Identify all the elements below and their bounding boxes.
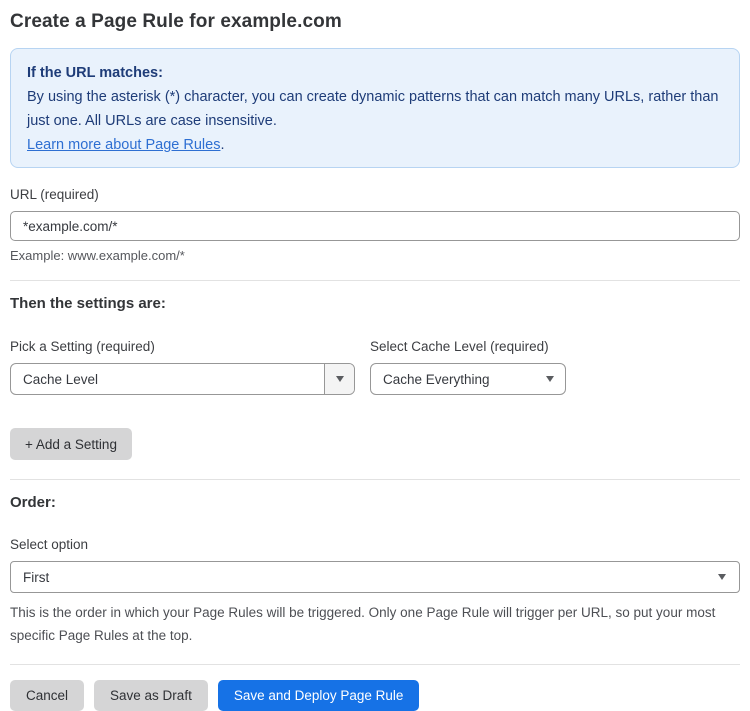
divider (10, 479, 740, 480)
setting-select-field: Pick a Setting (required) Cache Level (10, 339, 355, 395)
chevron-down-icon (546, 376, 554, 382)
cancel-button[interactable]: Cancel (10, 680, 85, 711)
form-action-row: Cancel Save as Draft Save and Deploy Pag… (10, 680, 740, 711)
chevron-down-icon (335, 376, 344, 382)
order-select-value: First (23, 569, 50, 585)
url-helper-text: Example: www.example.com/* (10, 248, 185, 263)
save-as-draft-button[interactable]: Save as Draft (94, 680, 208, 711)
setting-select-arrow-section[interactable] (324, 364, 354, 394)
page-title: Create a Page Rule for example.com (10, 11, 342, 32)
save-and-deploy-button[interactable]: Save and Deploy Page Rule (217, 680, 420, 711)
url-input[interactable] (10, 211, 740, 241)
url-field-label: URL (required) (10, 187, 99, 202)
divider (10, 280, 740, 281)
cache-level-select-field: Select Cache Level (required) Cache Ever… (370, 339, 566, 395)
url-match-info-box: If the URL matches: By using the asteris… (10, 48, 740, 168)
info-box-body: By using the asterisk (*) character, you… (27, 89, 719, 129)
info-box-heading: If the URL matches: (27, 65, 163, 81)
setting-select-value: Cache Level (23, 371, 99, 387)
cache-level-select[interactable]: Cache Everything (370, 363, 566, 395)
info-box-link-line: Learn more about Page Rules. (27, 133, 723, 157)
setting-select-label: Pick a Setting (required) (10, 339, 155, 354)
order-select-label: Select option (10, 537, 89, 552)
add-setting-button[interactable]: + Add a Setting (10, 428, 132, 460)
page-rule-form: Create a Page Rule for example.com If th… (0, 0, 750, 711)
settings-section-heading: Then the settings are: (10, 295, 166, 312)
cache-level-arrow-wrap (535, 376, 565, 382)
learn-more-link[interactable]: Learn more about Page Rules (27, 137, 220, 153)
order-arrow-wrap (705, 574, 739, 580)
order-select[interactable]: First (10, 561, 740, 593)
cache-level-select-label: Select Cache Level (required) (370, 339, 549, 354)
chevron-down-icon (718, 574, 726, 580)
order-helper-text: This is the order in which your Page Rul… (10, 605, 716, 643)
cache-level-select-value: Cache Everything (383, 371, 490, 387)
divider (10, 664, 740, 665)
setting-select[interactable]: Cache Level (10, 363, 355, 395)
order-section-heading: Order: (10, 494, 56, 511)
settings-select-row: Pick a Setting (required) Cache Level Se… (10, 339, 740, 395)
link-suffix: . (220, 137, 225, 153)
